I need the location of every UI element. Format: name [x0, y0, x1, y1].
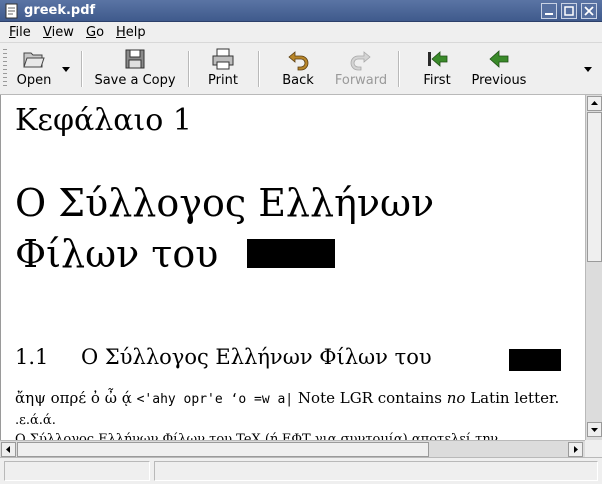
status-pane-left [4, 461, 150, 481]
menu-view[interactable]: View [43, 24, 74, 41]
open-button[interactable]: Open [12, 47, 56, 91]
maximize-icon [564, 6, 574, 16]
toolbar-grip[interactable] [3, 49, 7, 89]
window-titlebar[interactable]: greek.pdf [0, 0, 602, 22]
open-recent-dropdown-icon[interactable] [60, 63, 72, 75]
document-viewport[interactable]: Κεφάλαιο 1 Ο Σύλλογος Ελλήνων Φίλων του … [0, 95, 585, 440]
toolbar-separator [258, 51, 260, 87]
arrow-left-icon [6, 446, 10, 453]
arrow-right-icon [574, 446, 578, 453]
minimize-button[interactable] [541, 3, 557, 19]
chapter-title-line-2: Φίλων του [15, 232, 219, 276]
scroll-up-button[interactable] [587, 96, 602, 111]
body-line-1: ἄηψ οπρέ ὀ ὦ ᾴ <'ahy opr'e ‘o =w a| Note… [15, 389, 560, 407]
redaction-box [509, 349, 561, 371]
scroll-left-button[interactable] [1, 442, 16, 457]
chapter-title-line-1: Ο Σύλλογος Ελλήνων [15, 181, 435, 225]
first-page-button[interactable]: First [416, 47, 458, 91]
scroll-down-button[interactable] [587, 422, 602, 437]
forward-button[interactable]: Forward [332, 47, 390, 91]
menu-go[interactable]: Go [86, 24, 104, 41]
chapter-heading: Κεφάλαιο 1 [15, 103, 192, 138]
vertical-scrollbar[interactable] [585, 95, 602, 440]
previous-page-button[interactable]: Previous [468, 47, 530, 91]
toolbar-overflow-icon[interactable] [582, 63, 594, 75]
redo-forward-icon [350, 51, 371, 71]
document-window-icon [5, 3, 18, 19]
arrow-down-icon [591, 428, 598, 432]
horizontal-scroll-thumb[interactable] [17, 442, 429, 457]
scrollbar-corner [585, 440, 602, 457]
minimize-icon [545, 13, 553, 15]
close-icon [584, 6, 594, 16]
section-number: 1.1 [15, 345, 49, 369]
toolbar-separator [188, 51, 190, 87]
section-title: Ο Σύλλογος Ελλήνων Φίλων του [81, 345, 432, 369]
maximize-button[interactable] [561, 3, 577, 19]
horizontal-scrollbar[interactable] [0, 440, 585, 457]
menu-bar: File View Go Help [0, 22, 602, 43]
body-line-2: .ε.ά.ά. [15, 413, 56, 428]
menu-help[interactable]: Help [116, 24, 146, 41]
toolbar-separator [81, 51, 83, 87]
undo-back-icon [288, 51, 309, 71]
save-copy-button[interactable]: Save a Copy [91, 47, 179, 91]
menu-file[interactable]: File [9, 24, 31, 41]
status-bar [0, 457, 602, 484]
redaction-box [247, 239, 335, 268]
go-previous-icon [489, 50, 509, 68]
close-button[interactable] [581, 3, 597, 19]
print-button[interactable]: Print [200, 47, 246, 91]
go-first-icon [428, 51, 448, 67]
floppy-save-icon [125, 49, 145, 69]
arrow-up-icon [591, 101, 598, 105]
folder-open-icon [23, 52, 45, 68]
status-pane-right [154, 461, 598, 481]
toolbar-separator [398, 51, 400, 87]
back-button[interactable]: Back [276, 47, 320, 91]
body-line-3: Ο Σύλλογος Ελλήνων Φίλων του TeX (ή ΕΦΤ … [15, 432, 499, 440]
vertical-scroll-thumb[interactable] [587, 112, 602, 262]
window-title: greek.pdf [24, 3, 96, 18]
printer-icon [212, 48, 234, 70]
toolbar: Open Save a Copy Print Back Forward Firs… [0, 43, 602, 95]
scroll-right-button[interactable] [568, 442, 583, 457]
